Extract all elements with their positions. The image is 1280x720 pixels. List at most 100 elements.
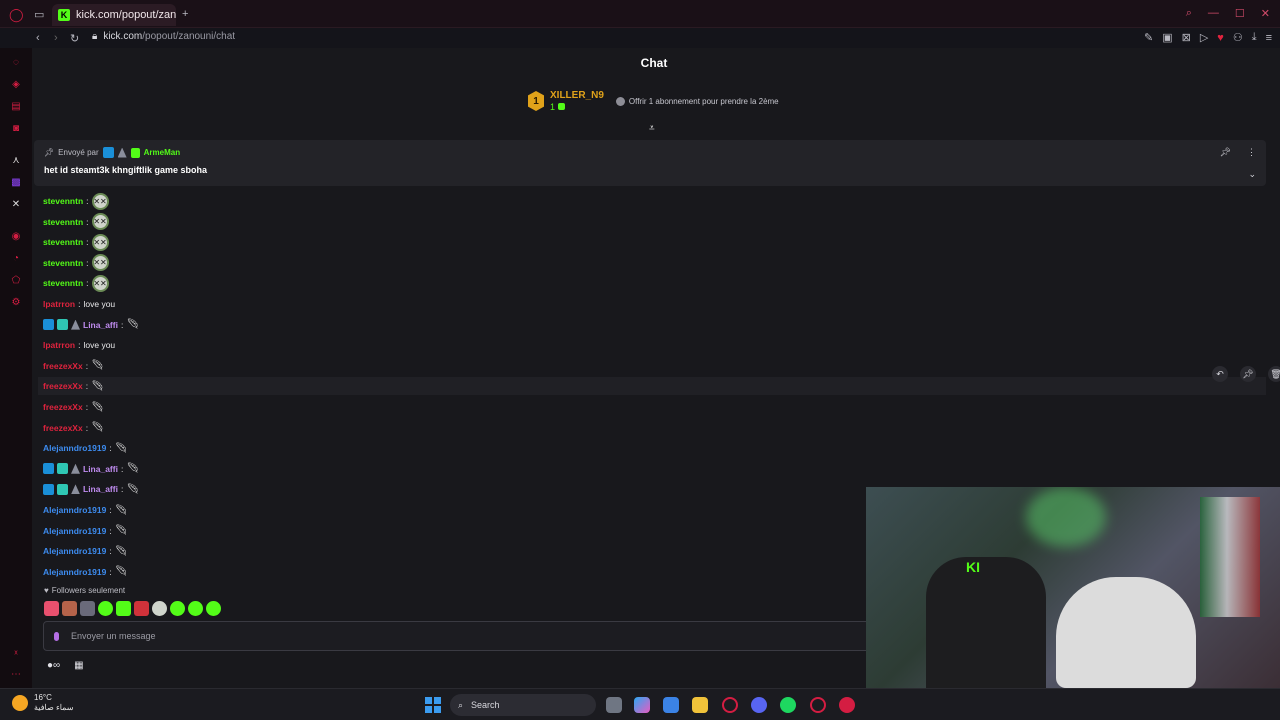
chat-username[interactable]: stevenntn (43, 237, 83, 247)
extensions-icon[interactable]: ⬠ (10, 274, 22, 286)
feather-emote-icon[interactable]: 🪶︎ (91, 360, 104, 371)
more-icon[interactable]: ⋯ (10, 668, 22, 680)
emote-3[interactable] (80, 601, 95, 616)
store-icon[interactable]: ▦ (74, 660, 83, 671)
chat-username[interactable]: freezexXx (43, 381, 83, 391)
settings-icon[interactable]: ⚙ (10, 296, 22, 308)
chat-username[interactable]: stevenntn (43, 217, 83, 227)
points-icon[interactable]: ●∞ (47, 660, 60, 671)
emote-8[interactable] (170, 601, 185, 616)
twitch-icon[interactable]: ▩ (10, 176, 22, 188)
minimize-icon[interactable]: — (1208, 7, 1219, 20)
search-tabs-icon[interactable]: ⌕ (1186, 7, 1192, 20)
emote-2[interactable] (62, 601, 77, 616)
account-icon[interactable]: ⚇ (1233, 31, 1243, 44)
task-view-icon[interactable] (606, 697, 622, 713)
skull-emote-icon[interactable]: ✕✕ (91, 274, 109, 292)
pinned-message[interactable]: 📌︎ Envoyé par ArmeMan het id steamt3k kh… (34, 140, 1266, 186)
messenger-icon[interactable]: ▤ (10, 100, 22, 112)
chat-message[interactable]: stevenntn: ✕✕ (43, 213, 1263, 231)
chat-username[interactable]: freezexXx (43, 402, 83, 412)
history-icon[interactable]: ◔ (10, 252, 22, 264)
whatsapp-icon[interactable]: ◙ (10, 122, 22, 134)
feather-emote-icon[interactable]: 🪶︎ (115, 566, 128, 577)
chat-username[interactable]: stevenntn (43, 278, 83, 288)
copilot-icon[interactable] (634, 697, 650, 713)
feather-emote-icon[interactable]: 🪶︎ (126, 463, 139, 474)
new-tab-icon[interactable]: + (182, 8, 188, 20)
skull-emote-icon[interactable]: ✕✕ (91, 192, 109, 210)
opera-logo-icon[interactable]: ◯ (9, 7, 24, 23)
chat-username[interactable]: Lina_affi (83, 464, 118, 474)
chat-message[interactable]: lpatrron: love you (43, 336, 1263, 354)
snapshot-icon[interactable]: ▣ (1162, 31, 1172, 44)
heart-icon[interactable]: ♥ (1217, 31, 1224, 44)
chat-username[interactable]: lpatrron (43, 340, 75, 350)
windows-start-icon[interactable] (425, 697, 441, 713)
chat-message[interactable]: Alejanndro1919: 🪶︎ (43, 439, 1263, 457)
mic-icon[interactable] (54, 631, 59, 641)
emote-4[interactable] (98, 601, 113, 616)
tab-kick-chat[interactable]: K kick.com/popout/zanouni (52, 4, 176, 26)
chat-message[interactable]: Lina_affi: 🪶︎ (43, 460, 1263, 478)
pinned-more-icon[interactable]: ⋮ (1247, 147, 1256, 158)
skull-emote-icon[interactable]: ✕✕ (91, 254, 109, 272)
emote-6[interactable] (134, 601, 149, 616)
vpn-icon[interactable]: ⊠ (1182, 31, 1191, 44)
chat-username[interactable]: lpatrron (43, 299, 75, 309)
reply-icon[interactable]: ↶ (1212, 366, 1228, 382)
menu-icon[interactable]: ≡ (1266, 31, 1272, 44)
chat-username[interactable]: Alejanndro1919 (43, 567, 106, 577)
reload-icon[interactable]: ↻ (70, 32, 79, 45)
feather-emote-icon[interactable]: 🪶︎ (115, 546, 128, 557)
chat-username[interactable]: stevenntn (43, 196, 83, 206)
chat-message[interactable]: stevenntn: ✕✕ (43, 274, 1263, 292)
player-sidebar-icon[interactable]: ◉ (10, 230, 22, 242)
pin-message-icon[interactable]: 📌︎ (1240, 366, 1256, 382)
close-icon[interactable]: ✕ (1261, 7, 1270, 20)
chat-message[interactable]: freezexXx: 🪶︎ (38, 377, 1266, 396)
unpin-icon[interactable]: 📌︎ (1220, 147, 1231, 158)
chat-message[interactable]: freezexXx: 🪶︎ (43, 419, 1263, 437)
back-icon[interactable]: ‹ (36, 32, 40, 44)
chat-username[interactable]: Alejanndro1919 (43, 526, 106, 536)
feather-emote-icon[interactable]: 🪶︎ (115, 443, 128, 454)
taskbar-search[interactable]: ⌕ Search (450, 694, 596, 716)
chat-message[interactable]: freezexXx: 🪶︎ (43, 398, 1263, 416)
feather-emote-icon[interactable]: 🪶︎ (126, 484, 139, 495)
message-composer[interactable] (43, 621, 873, 651)
emote-9[interactable] (188, 601, 203, 616)
top-gifter[interactable]: 1 XILLER_N9 1 Offrir 1 abonnement pour p… (528, 90, 779, 112)
kick-sidebar-icon[interactable]: ⋏ (10, 154, 22, 166)
chat-username[interactable]: stevenntn (43, 258, 83, 268)
opera-taskbar-icon[interactable] (722, 697, 738, 713)
emote-7[interactable] (152, 601, 167, 616)
url-field[interactable]: 🔒︎ kick.com/popout/zanouni/chat (92, 31, 235, 42)
emote-1[interactable] (44, 601, 59, 616)
app-red-icon[interactable] (839, 697, 855, 713)
chat-message[interactable]: stevenntn: ✕✕ (43, 233, 1263, 251)
feather-emote-icon[interactable]: 🪶︎ (91, 381, 104, 392)
maximize-icon[interactable]: ☐ (1235, 7, 1245, 20)
skull-emote-icon[interactable]: ✕✕ (91, 233, 109, 251)
gx-icon[interactable]: ˣ (10, 648, 22, 660)
message-input[interactable] (71, 631, 771, 641)
emote-10[interactable] (206, 601, 221, 616)
feather-emote-icon[interactable]: 🪶︎ (115, 525, 128, 536)
delete-icon[interactable]: 🗑︎ (1268, 366, 1280, 382)
skull-emote-icon[interactable]: ✕✕ (91, 213, 109, 231)
chat-message[interactable]: stevenntn: ✕✕ (43, 192, 1263, 210)
emote-5[interactable] (116, 601, 131, 616)
weather-widget[interactable]: 16°C سماء صافية (12, 693, 74, 713)
chat-message[interactable]: freezexXx: 🪶︎ (43, 357, 1263, 375)
chat-message[interactable]: Lina_affi: 🪶︎ (43, 316, 1263, 334)
pin-icon[interactable]: ✎ (1144, 31, 1153, 44)
pinned-user[interactable]: ArmeMan (144, 148, 180, 157)
chat-message[interactable]: stevenntn: ✕✕ (43, 254, 1263, 272)
discord-icon[interactable] (751, 697, 767, 713)
store-app-icon[interactable] (663, 697, 679, 713)
download-icon[interactable]: ⤓ (1252, 31, 1257, 44)
chat-username[interactable]: Lina_affi (83, 484, 118, 494)
chat-username[interactable]: Lina_affi (83, 320, 118, 330)
spotify-icon[interactable] (780, 697, 796, 713)
